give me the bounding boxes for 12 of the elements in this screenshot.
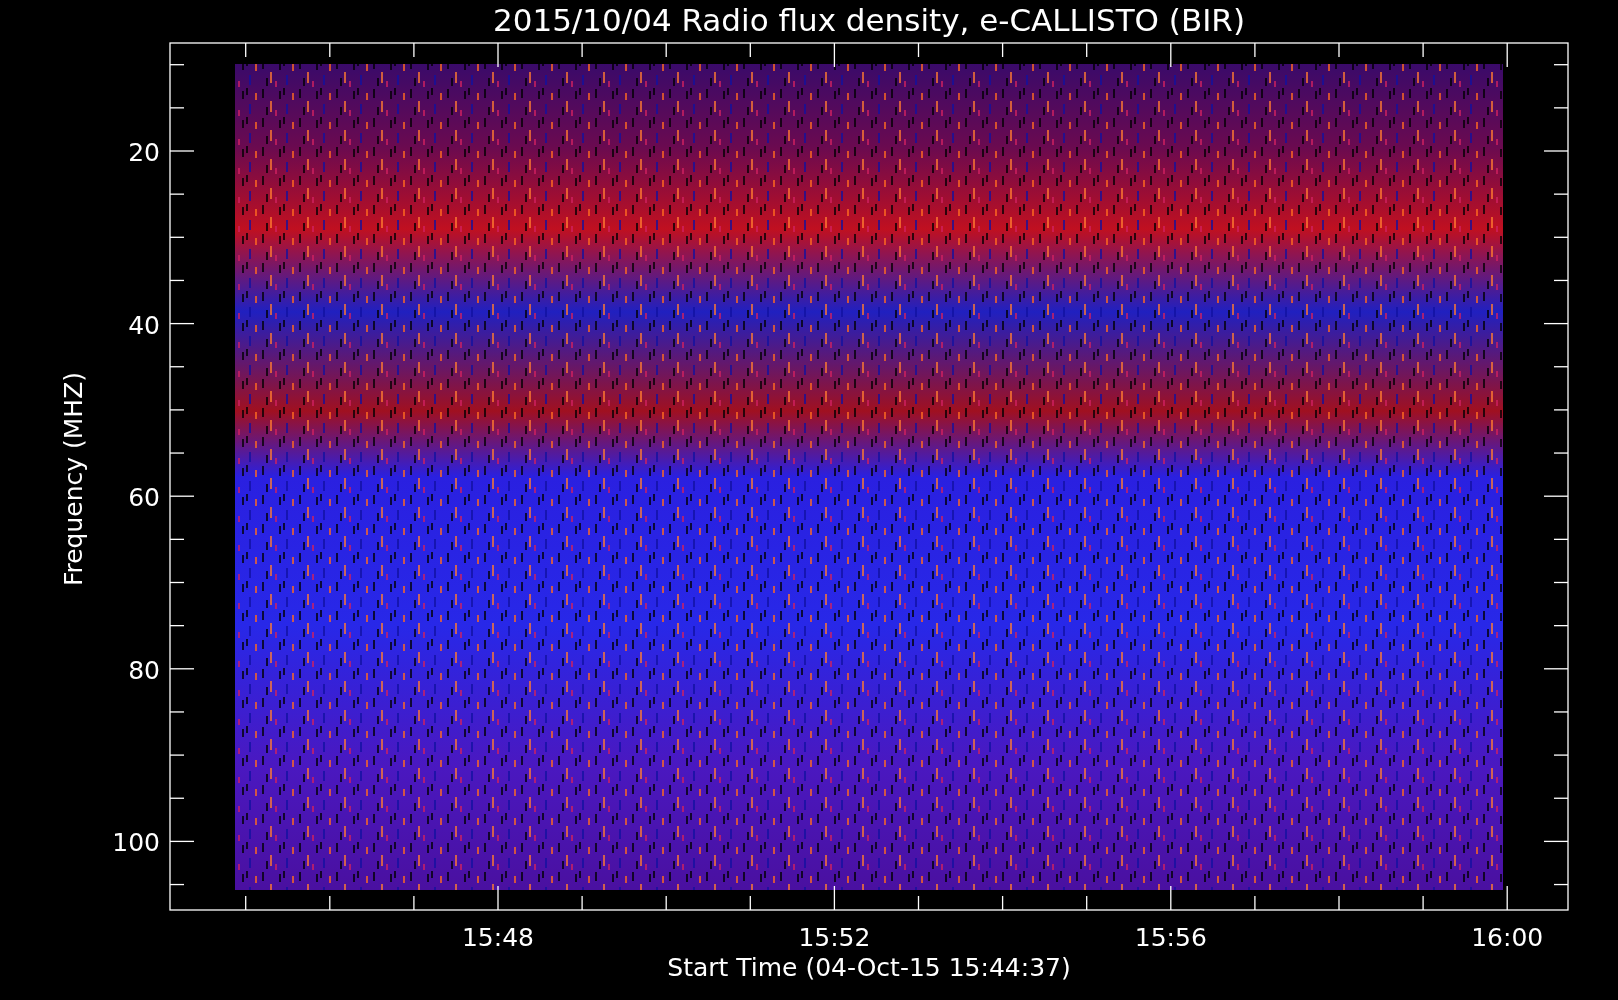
y-tick-label: 40 (128, 310, 160, 340)
x-tick-label: 15:52 (798, 923, 871, 952)
y-axis-title: Frequency (MHZ) (59, 371, 88, 587)
y-tick-label: 20 (128, 138, 160, 167)
x-axis-title: Start Time (04-Oct-15 15:44:37) (667, 953, 1071, 982)
x-tick-label: 15:48 (462, 923, 534, 952)
x-tick-label: 15:56 (1134, 923, 1207, 952)
x-tick-label: 16:00 (1471, 923, 1544, 952)
chart-title: 2015/10/04 Radio flux density, e-CALLISTO (BIR) (493, 2, 1245, 38)
y-tick-label: 80 (128, 655, 160, 685)
y-tick-label: 60 (128, 483, 160, 513)
y-tick-label: 100 (112, 828, 160, 858)
